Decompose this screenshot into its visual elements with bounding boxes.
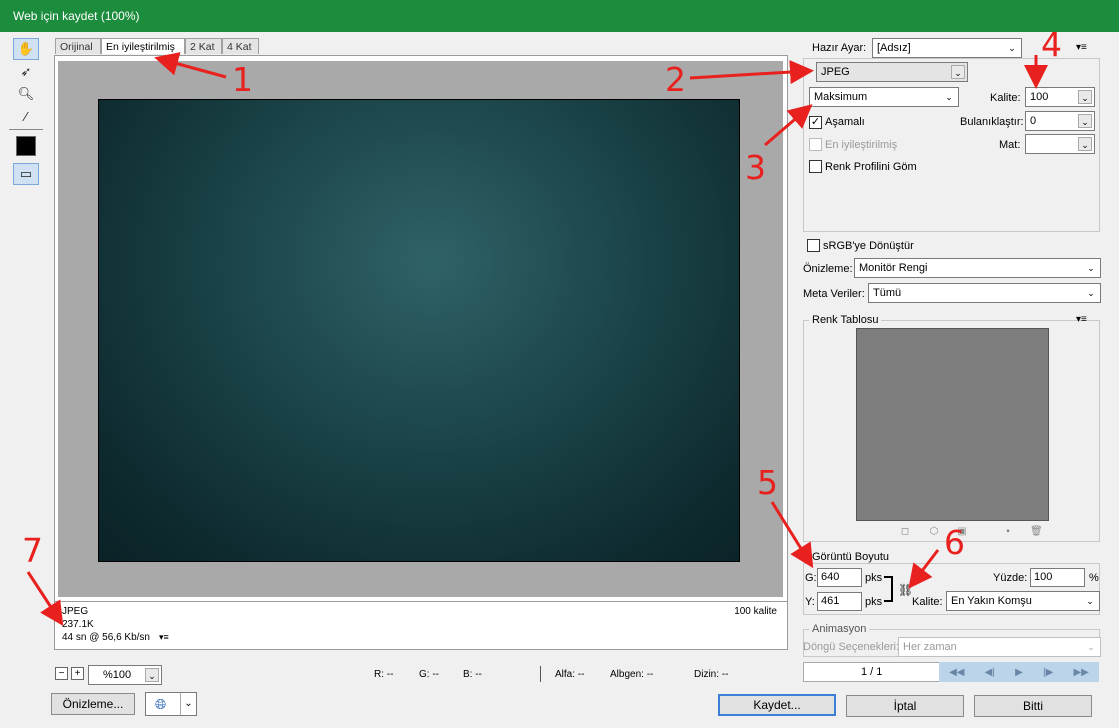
annotation-4: 4	[1041, 25, 1062, 64]
annotation-6: 6	[944, 523, 965, 562]
annotation-3: 3	[745, 148, 766, 187]
arrow-1	[154, 52, 227, 79]
arrow-7	[26, 571, 64, 627]
arrow-6	[908, 549, 940, 589]
annotation-2: 2	[665, 60, 686, 99]
arrow-3	[764, 104, 813, 147]
annotation-1: 1	[232, 60, 253, 99]
annotation-arrows	[26, 52, 1048, 627]
arrow-5	[770, 501, 814, 569]
annotation-5: 5	[757, 463, 778, 502]
annotation-7: 7	[22, 531, 43, 570]
arrow-2	[689, 60, 814, 85]
